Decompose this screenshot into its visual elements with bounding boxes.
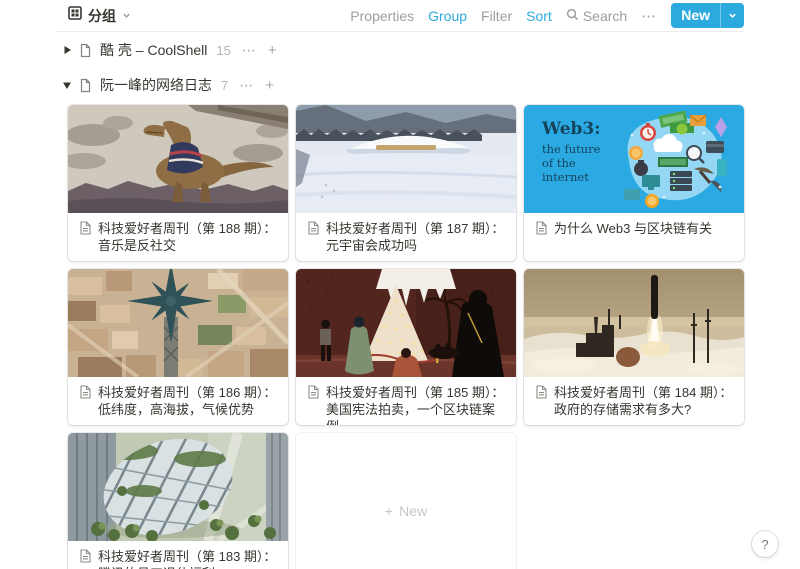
web3-cover-image: Web3: the future of the internet (524, 105, 744, 213)
sort-button[interactable]: Sort (526, 8, 552, 24)
document-icon (306, 385, 320, 399)
helix-building-cover-image (68, 433, 288, 541)
properties-button[interactable]: Properties (350, 8, 414, 24)
app-window: 分组 Properties Group Filter Sort Search ⋯… (0, 0, 800, 569)
document-icon (534, 221, 548, 235)
card-title-row: 科技爱好者周刊（第 188 期）：音乐是反社交 (68, 213, 288, 261)
card-title: 科技爱好者周刊（第 186 期）：低纬度，高海拔，气候优势 (98, 384, 278, 418)
gallery-grid: 科技爱好者周刊（第 188 期）：音乐是反社交 (68, 105, 744, 569)
card-issue-183[interactable]: 科技爱好者周刊（第 183 期）：腾讯的员工退休福利 (68, 433, 288, 569)
expand-toggle-icon[interactable] (56, 81, 78, 90)
card-title-row: 科技爱好者周刊（第 186 期）：低纬度，高海拔，气候优势 (68, 377, 288, 425)
collapse-toggle-icon[interactable] (56, 45, 78, 55)
web3-cover-line: of the (542, 157, 601, 171)
page-icon (78, 43, 93, 58)
more-options-button[interactable]: ⋯ (641, 7, 657, 25)
card-title-row: 科技爱好者周刊（第 183 期）：腾讯的员工退休福利 (68, 541, 288, 569)
card-issue-186[interactable]: 科技爱好者周刊（第 186 期）：低纬度，高海拔，气候优势 (68, 269, 288, 425)
group-header-ruanyifeng: 阮一峰的网络日志 7 ⋯ + (56, 72, 800, 98)
card-issue-187[interactable]: 科技爱好者周刊（第 187 期）：元宇宙会成功吗 (296, 105, 516, 261)
card-title: 科技爱好者周刊（第 188 期）：音乐是反社交 (98, 220, 278, 254)
web3-cover-line: the future (542, 143, 601, 157)
group-header-coolshell: 酷 壳 – CoolShell 15 ⋯ + (56, 37, 800, 63)
document-icon (78, 549, 92, 563)
card-title: 科技爱好者周刊（第 185 期）：美国宪法拍卖，一个区块链案例 (326, 384, 506, 425)
toolbar-actions: Properties Group Filter Sort Search ⋯ Ne… (350, 3, 744, 28)
night-tent-scene-cover-image (296, 269, 516, 377)
document-icon (534, 385, 548, 399)
plus-icon: + (385, 503, 393, 519)
new-button[interactable]: New (671, 3, 744, 28)
new-card-button[interactable]: + New (296, 433, 516, 569)
web3-cover-line: internet (542, 171, 601, 185)
view-toolbar: 分组 Properties Group Filter Sort Search ⋯… (56, 0, 744, 32)
card-issue-188[interactable]: 科技爱好者周刊（第 188 期）：音乐是反社交 (68, 105, 288, 261)
card-title-row: 科技爱好者周刊（第 185 期）：美国宪法拍卖，一个区块链案例 (296, 377, 516, 425)
group-title[interactable]: 酷 壳 – CoolShell (100, 40, 207, 60)
card-title: 科技爱好者周刊（第 184 期）：政府的存储需求有多大? (554, 384, 734, 418)
search-label: Search (583, 8, 627, 24)
group-count: 7 (221, 78, 228, 93)
group-add-button[interactable]: + (268, 42, 277, 59)
help-label: ? (761, 537, 768, 552)
web3-cover-text: Web3: the future of the internet (542, 119, 601, 185)
search-icon (566, 8, 579, 24)
card-issue-184[interactable]: 科技爱好者周刊（第 184 期）：政府的存储需求有多大? (524, 269, 744, 425)
document-icon (306, 221, 320, 235)
card-title-row: 为什么 Web3 与区块链有关 (524, 213, 744, 244)
card-issue-185[interactable]: 科技爱好者周刊（第 185 期）：美国宪法拍卖，一个区块链案例 (296, 269, 516, 425)
new-button-label[interactable]: New (671, 3, 720, 28)
dinosaur-museum-cover-image (68, 105, 288, 213)
chevron-down-icon (122, 7, 131, 25)
card-title-row: 科技爱好者周刊（第 187 期）：元宇宙会成功吗 (296, 213, 516, 261)
document-icon (78, 385, 92, 399)
card-title: 科技爱好者周刊（第 187 期）：元宇宙会成功吗 (326, 220, 506, 254)
group-more-button[interactable]: ⋯ (242, 42, 257, 59)
board-view-icon (68, 6, 82, 25)
group-more-button[interactable]: ⋯ (239, 77, 254, 94)
card-web3[interactable]: Web3: the future of the internet 为什么 Web… (524, 105, 744, 261)
rocket-launch-cover-image (524, 269, 744, 377)
group-button[interactable]: Group (428, 8, 467, 24)
new-button-dropdown[interactable] (721, 3, 744, 28)
card-title: 科技爱好者周刊（第 183 期）：腾讯的员工退休福利 (98, 548, 278, 569)
view-title: 分组 (88, 6, 116, 26)
glass-star-city-cover-image (68, 269, 288, 377)
group-add-button[interactable]: + (265, 77, 274, 94)
document-icon (78, 221, 92, 235)
page-icon (78, 78, 93, 93)
card-title-row: 科技爱好者周刊（第 184 期）：政府的存储需求有多大? (524, 377, 744, 425)
web3-cover-headline: Web3: (542, 119, 601, 139)
snow-pavilion-cover-image (296, 105, 516, 213)
group-title[interactable]: 阮一峰的网络日志 (100, 75, 212, 95)
search-button[interactable]: Search (566, 8, 627, 24)
help-button[interactable]: ? (752, 531, 778, 557)
new-card-label: New (399, 503, 427, 519)
view-switcher[interactable]: 分组 (68, 6, 131, 26)
card-title: 为什么 Web3 与区块链有关 (554, 220, 712, 237)
group-count: 15 (216, 43, 230, 58)
filter-button[interactable]: Filter (481, 8, 512, 24)
